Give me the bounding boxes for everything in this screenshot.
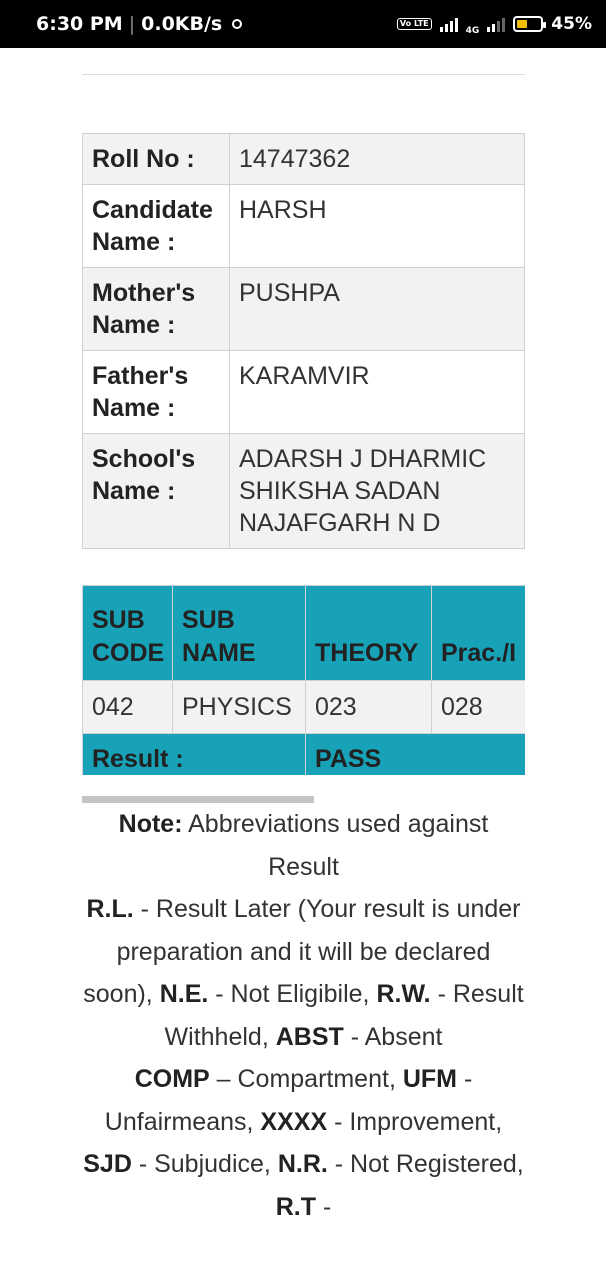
info-value: HARSH [229, 184, 525, 268]
info-label: Candidate Name : [82, 184, 230, 268]
note-intro: Abbreviations used against Result [188, 810, 489, 881]
note-abbr: SJD [83, 1150, 132, 1178]
info-row: Father's Name : KARAMVIR [82, 350, 525, 434]
marks-table-container[interactable]: SUB CODE SUB NAME THEORY Prac./I 042 PHY… [82, 585, 525, 775]
info-row: Mother's Name : PUSHPA [82, 267, 525, 351]
result-label: Result : [82, 733, 306, 775]
info-label: Mother's Name : [82, 267, 230, 351]
battery-fill [517, 20, 528, 28]
info-row: Roll No :14747362 [82, 133, 525, 185]
battery-icon [513, 16, 547, 32]
info-value: 14747362 [229, 133, 525, 185]
marks-table: SUB CODE SUB NAME THEORY Prac./I 042 PHY… [82, 585, 525, 775]
notification-dot-icon [232, 19, 243, 29]
info-value: PUSHPA [229, 267, 525, 351]
note-items: R.L. - Result Later (Your result is unde… [83, 895, 523, 1221]
signal-2-icon [487, 16, 506, 32]
result-value: PASS [305, 733, 525, 775]
cell-sub-name: PHYSICS [172, 680, 306, 734]
note-desc: - Improvement, [327, 1107, 503, 1136]
battery-percent: 45% [551, 14, 592, 34]
info-label: Father's Name : [82, 350, 230, 434]
abbreviation-note: Note: Abbreviations used against Result … [82, 803, 525, 1228]
info-row: School's Name : ADARSH J DHARMIC SHIKSHA … [82, 433, 525, 549]
info-row: Candidate Name : HARSH [82, 184, 525, 268]
note-abbr: ABST [275, 1022, 344, 1051]
note-abbr: N.E. [159, 980, 209, 1008]
note-abbr: COMP [134, 1065, 210, 1093]
horizontal-scrollbar[interactable] [82, 796, 314, 803]
note-abbr: UFM [402, 1065, 457, 1093]
status-time: 6:30 PM [36, 13, 123, 35]
note-abbr: R.T [275, 1192, 316, 1221]
divider [82, 74, 525, 75]
result-row: Result : PASS [82, 733, 525, 775]
network-type: 4G [465, 25, 480, 36]
note-abbr: R.L. [86, 895, 134, 923]
volte-icon: Vo LTE [396, 18, 432, 30]
cell-practical: 028 [431, 680, 525, 734]
col-header-theory: THEORY [305, 585, 432, 681]
note-title: Note: [118, 810, 183, 838]
status-bar: 6:30 PM | 0.0KB/s Vo LTE 4G 45% [0, 0, 606, 48]
col-header-sub-code: SUB CODE [82, 585, 173, 681]
signal-icon [439, 16, 458, 32]
col-header-practical: Prac./I [431, 585, 525, 681]
status-net-speed: 0.0KB/s [141, 13, 223, 35]
note-desc: - Absent [343, 1022, 443, 1051]
table-row: 042 PHYSICS 023 028 [82, 680, 525, 734]
status-separator: | [128, 13, 136, 35]
note-abbr: N.R. [277, 1150, 328, 1178]
cell-sub-code: 042 [82, 680, 173, 734]
info-value: KARAMVIR [229, 350, 525, 434]
candidate-info-table: Roll No :14747362 Candidate Name : HARSH Mo… [82, 133, 525, 549]
cell-theory: 023 [305, 680, 432, 734]
note-desc: – Compartment, [209, 1065, 403, 1093]
note-desc: - [316, 1192, 332, 1221]
note-desc: - Not Eligibile, [208, 980, 377, 1008]
info-value: ADARSH J DHARMIC SHIKSHA SADAN NAJAFGARH… [229, 433, 525, 549]
note-desc: - Subjudice, [131, 1150, 278, 1178]
col-header-sub-name: SUB NAME [172, 585, 306, 681]
note-desc: - Not Registered, [327, 1150, 524, 1178]
info-label: School's Name : [82, 433, 230, 549]
info-label: Roll No : [82, 133, 230, 185]
note-abbr: R.W. [376, 980, 431, 1008]
note-abbr: XXXX [260, 1107, 328, 1136]
